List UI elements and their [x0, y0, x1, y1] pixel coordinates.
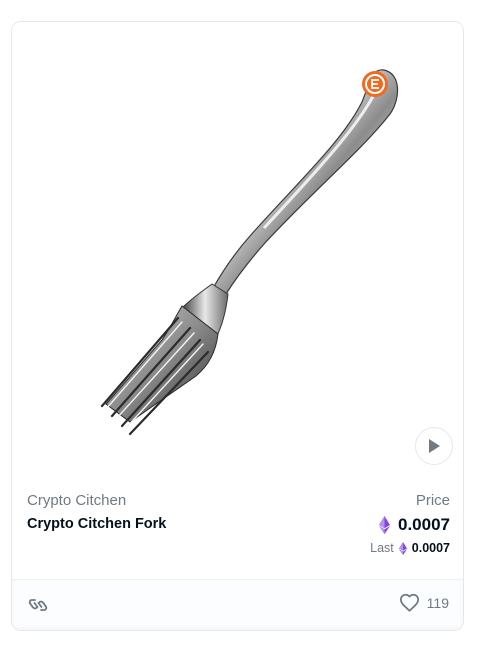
play-button[interactable] [415, 427, 453, 465]
chain-link-icon [27, 594, 49, 616]
nft-media[interactable] [12, 22, 463, 482]
favorite-button[interactable]: 119 [399, 593, 449, 612]
nft-card[interactable]: Crypto Citchen Crypto Citchen Fork Price… [11, 21, 464, 631]
eth-icon [398, 541, 407, 555]
last-sale-row: Last 0.0007 [370, 541, 450, 555]
fork-image [100, 69, 399, 436]
price-label: Price [415, 492, 450, 509]
nft-info: Crypto Citchen Crypto Citchen Fork Price… [12, 482, 463, 582]
price-row: 0.0007 [379, 515, 450, 535]
eth-icon [379, 516, 390, 534]
collection-name[interactable]: Crypto Citchen [27, 492, 126, 509]
item-name[interactable]: Crypto Citchen Fork [27, 516, 166, 532]
card-footer: 119 [12, 579, 463, 630]
last-value: 0.0007 [411, 541, 450, 555]
price-value: 0.0007 [398, 515, 450, 534]
play-icon [429, 439, 440, 453]
favorite-count: 119 [426, 594, 449, 611]
heart-icon [399, 593, 419, 612]
last-label: Last [370, 541, 394, 555]
